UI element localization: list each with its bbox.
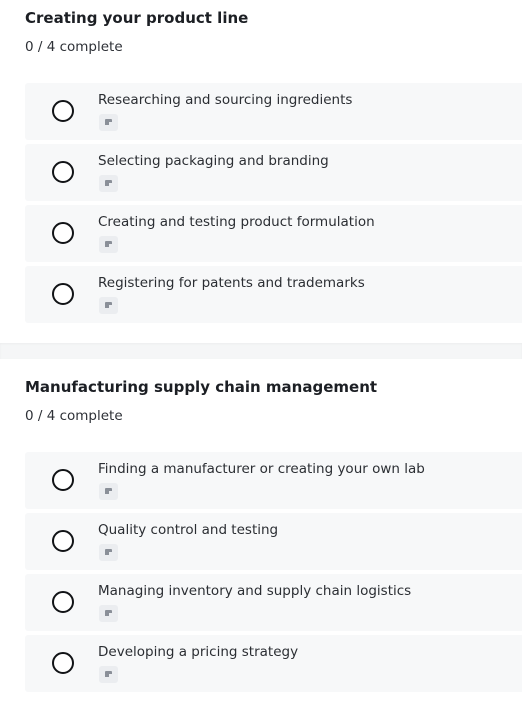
task-checkbox[interactable] xyxy=(52,283,74,305)
note-icon[interactable] xyxy=(99,114,118,131)
task-label: Researching and sourcing ingredients xyxy=(98,92,353,108)
task-checkbox[interactable] xyxy=(52,100,74,122)
checklist-page: Creating your product line 0 / 4 complet… xyxy=(0,0,522,712)
task-checkbox[interactable] xyxy=(52,652,74,674)
section-title: Creating your product line xyxy=(25,9,249,27)
note-glyph xyxy=(105,180,112,186)
task-item[interactable]: Researching and sourcing ingredients xyxy=(25,83,522,140)
note-glyph xyxy=(105,671,112,677)
task-checkbox[interactable] xyxy=(52,469,74,491)
task-item[interactable]: Creating and testing product formulation xyxy=(25,205,522,262)
task-label: Creating and testing product formulation xyxy=(98,214,375,230)
task-label: Quality control and testing xyxy=(98,522,279,538)
task-item[interactable]: Quality control and testing xyxy=(25,513,522,570)
task-item[interactable]: Registering for patents and trademarks xyxy=(25,266,522,323)
note-glyph xyxy=(105,549,112,555)
task-item[interactable]: Finding a manufacturer or creating your … xyxy=(25,452,522,509)
note-glyph xyxy=(105,610,112,616)
task-checkbox[interactable] xyxy=(52,591,74,613)
task-checkbox[interactable] xyxy=(52,222,74,244)
note-icon[interactable] xyxy=(99,666,118,683)
note-glyph xyxy=(105,241,112,247)
note-icon[interactable] xyxy=(99,544,118,561)
task-label: Selecting packaging and branding xyxy=(98,153,329,169)
task-label: Registering for patents and trademarks xyxy=(98,275,365,291)
task-checkbox[interactable] xyxy=(52,530,74,552)
note-glyph xyxy=(105,488,112,494)
note-icon[interactable] xyxy=(99,175,118,192)
section-progress: 0 / 4 complete xyxy=(25,408,123,424)
task-item[interactable]: Selecting packaging and branding xyxy=(25,144,522,201)
note-glyph xyxy=(105,119,112,125)
note-icon[interactable] xyxy=(99,605,118,622)
task-label: Finding a manufacturer or creating your … xyxy=(98,461,425,477)
note-icon[interactable] xyxy=(99,297,118,314)
task-item[interactable]: Managing inventory and supply chain logi… xyxy=(25,574,522,631)
note-icon[interactable] xyxy=(99,236,118,253)
note-glyph xyxy=(105,302,112,308)
section-divider xyxy=(0,343,522,359)
section-title: Manufacturing supply chain management xyxy=(25,378,378,396)
task-label: Managing inventory and supply chain logi… xyxy=(98,583,412,599)
task-item[interactable]: Developing a pricing strategy xyxy=(25,635,522,692)
task-checkbox[interactable] xyxy=(52,161,74,183)
note-icon[interactable] xyxy=(99,483,118,500)
task-label: Developing a pricing strategy xyxy=(98,644,299,660)
section-progress: 0 / 4 complete xyxy=(25,39,123,55)
